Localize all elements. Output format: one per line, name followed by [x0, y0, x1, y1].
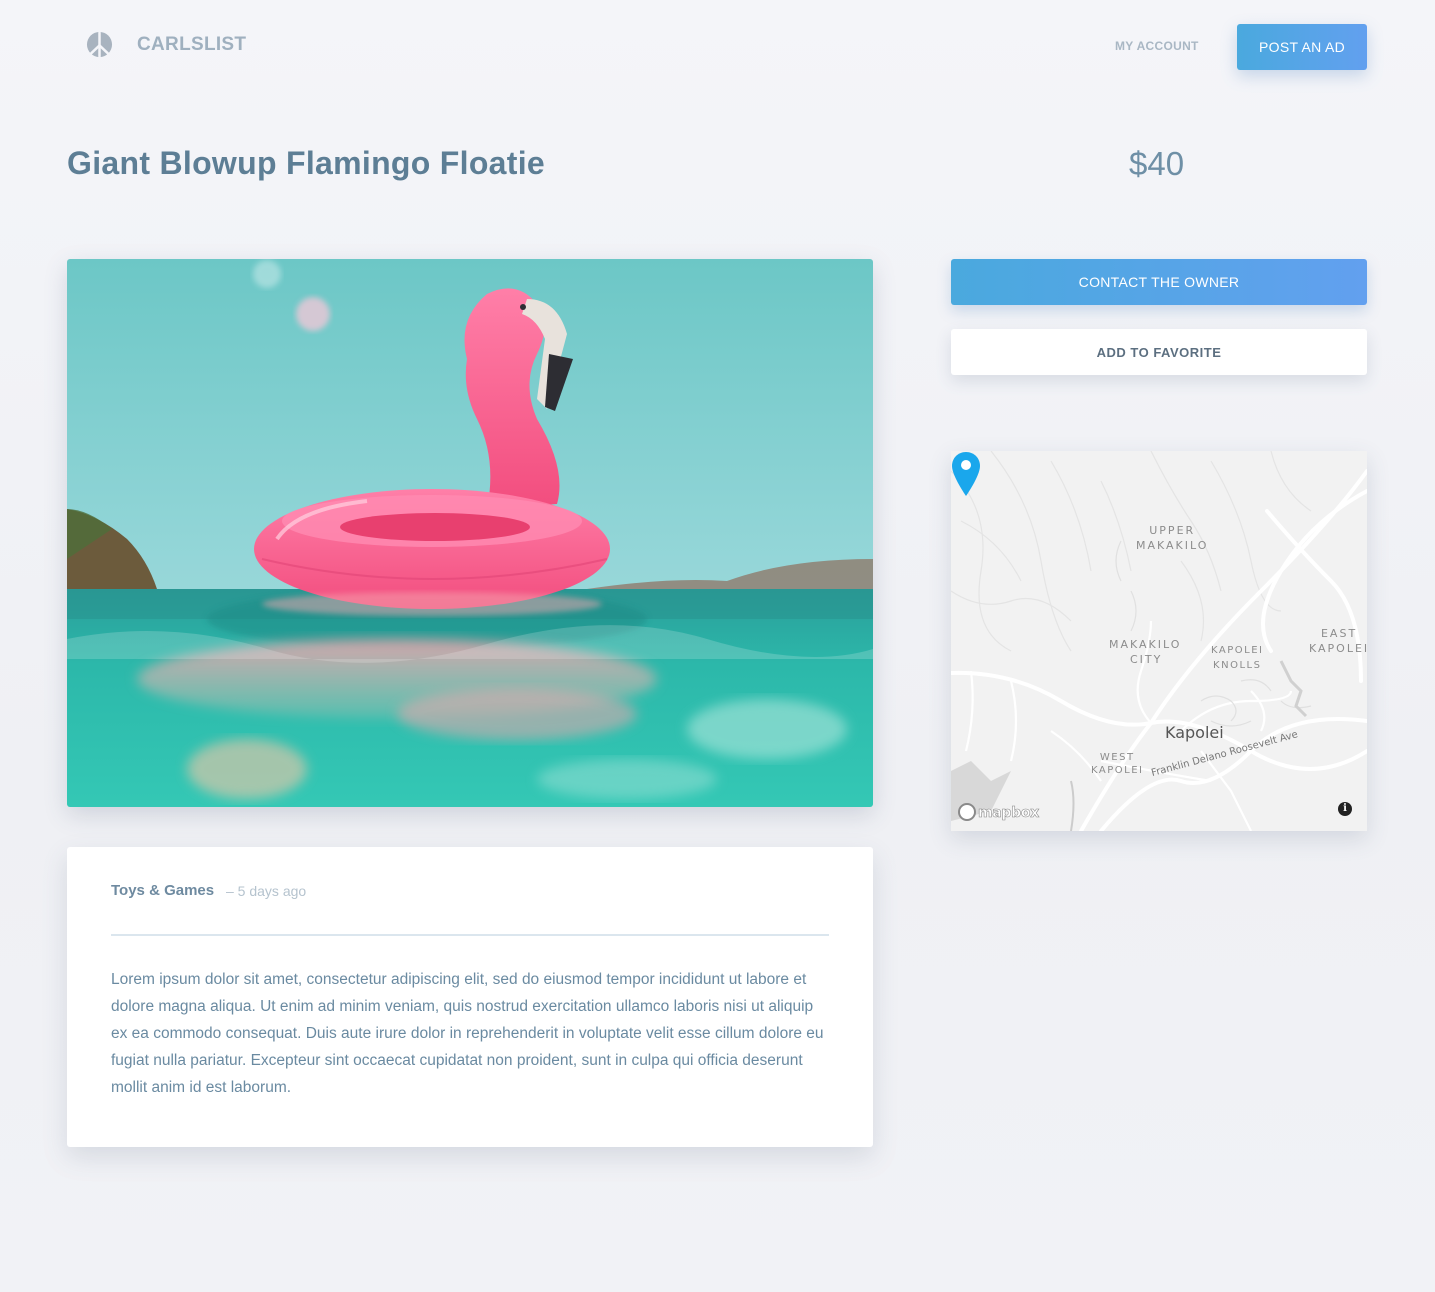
map-label-east-kapolei: EAST KAPOLEI — [1309, 627, 1367, 655]
map-label-kapolei: Kapolei — [1165, 723, 1224, 742]
map-label-kapolei-knolls: KAPOLEI KNOLLS — [1211, 645, 1264, 671]
map-label-upper-makakilo: UPPER MAKAKILO — [1136, 524, 1209, 552]
map-label-makakilo-city: MAKAKILO CITY — [1109, 638, 1182, 666]
map-label-west-kapolei: WEST KAPOLEI — [1091, 752, 1144, 776]
mapbox-mark-icon — [958, 803, 976, 821]
peace-sign-icon[interactable] — [86, 31, 113, 58]
posted-time: – 5 days ago — [226, 883, 307, 899]
mapbox-logo[interactable]: mapbox — [958, 803, 1040, 821]
listing-description: Lorem ipsum dolor sit amet, consectetur … — [111, 971, 824, 1096]
contact-owner-button[interactable]: CONTACT THE OWNER — [951, 259, 1367, 305]
listing-price: $40 — [1129, 145, 1185, 182]
listing-title: Giant Blowup Flamingo Floatie — [67, 145, 546, 181]
post-ad-button[interactable]: POST AN AD — [1237, 24, 1367, 70]
brand-name[interactable]: CARLSLIST — [137, 34, 246, 56]
info-icon[interactable]: i — [1338, 802, 1352, 816]
category-link[interactable]: Toys & Games — [111, 882, 214, 899]
divider — [111, 934, 829, 936]
my-account-link[interactable]: MY ACCOUNT — [1115, 39, 1199, 53]
listing-photo[interactable] — [67, 259, 873, 807]
location-pin-icon[interactable] — [951, 451, 981, 497]
site-header: CARLSLIST MY ACCOUNT POST AN AD — [0, 0, 1435, 92]
add-to-favorite-button[interactable]: ADD TO FAVORITE — [951, 329, 1367, 375]
flamingo-float-photo — [67, 259, 873, 807]
location-map[interactable]: UPPER MAKAKILO MAKAKILO CITY KAPOLEI KNOLLS… — [951, 451, 1367, 831]
listing-details-card: Toys & Games – 5 days ago Lorem ipsum do… — [67, 847, 873, 1147]
